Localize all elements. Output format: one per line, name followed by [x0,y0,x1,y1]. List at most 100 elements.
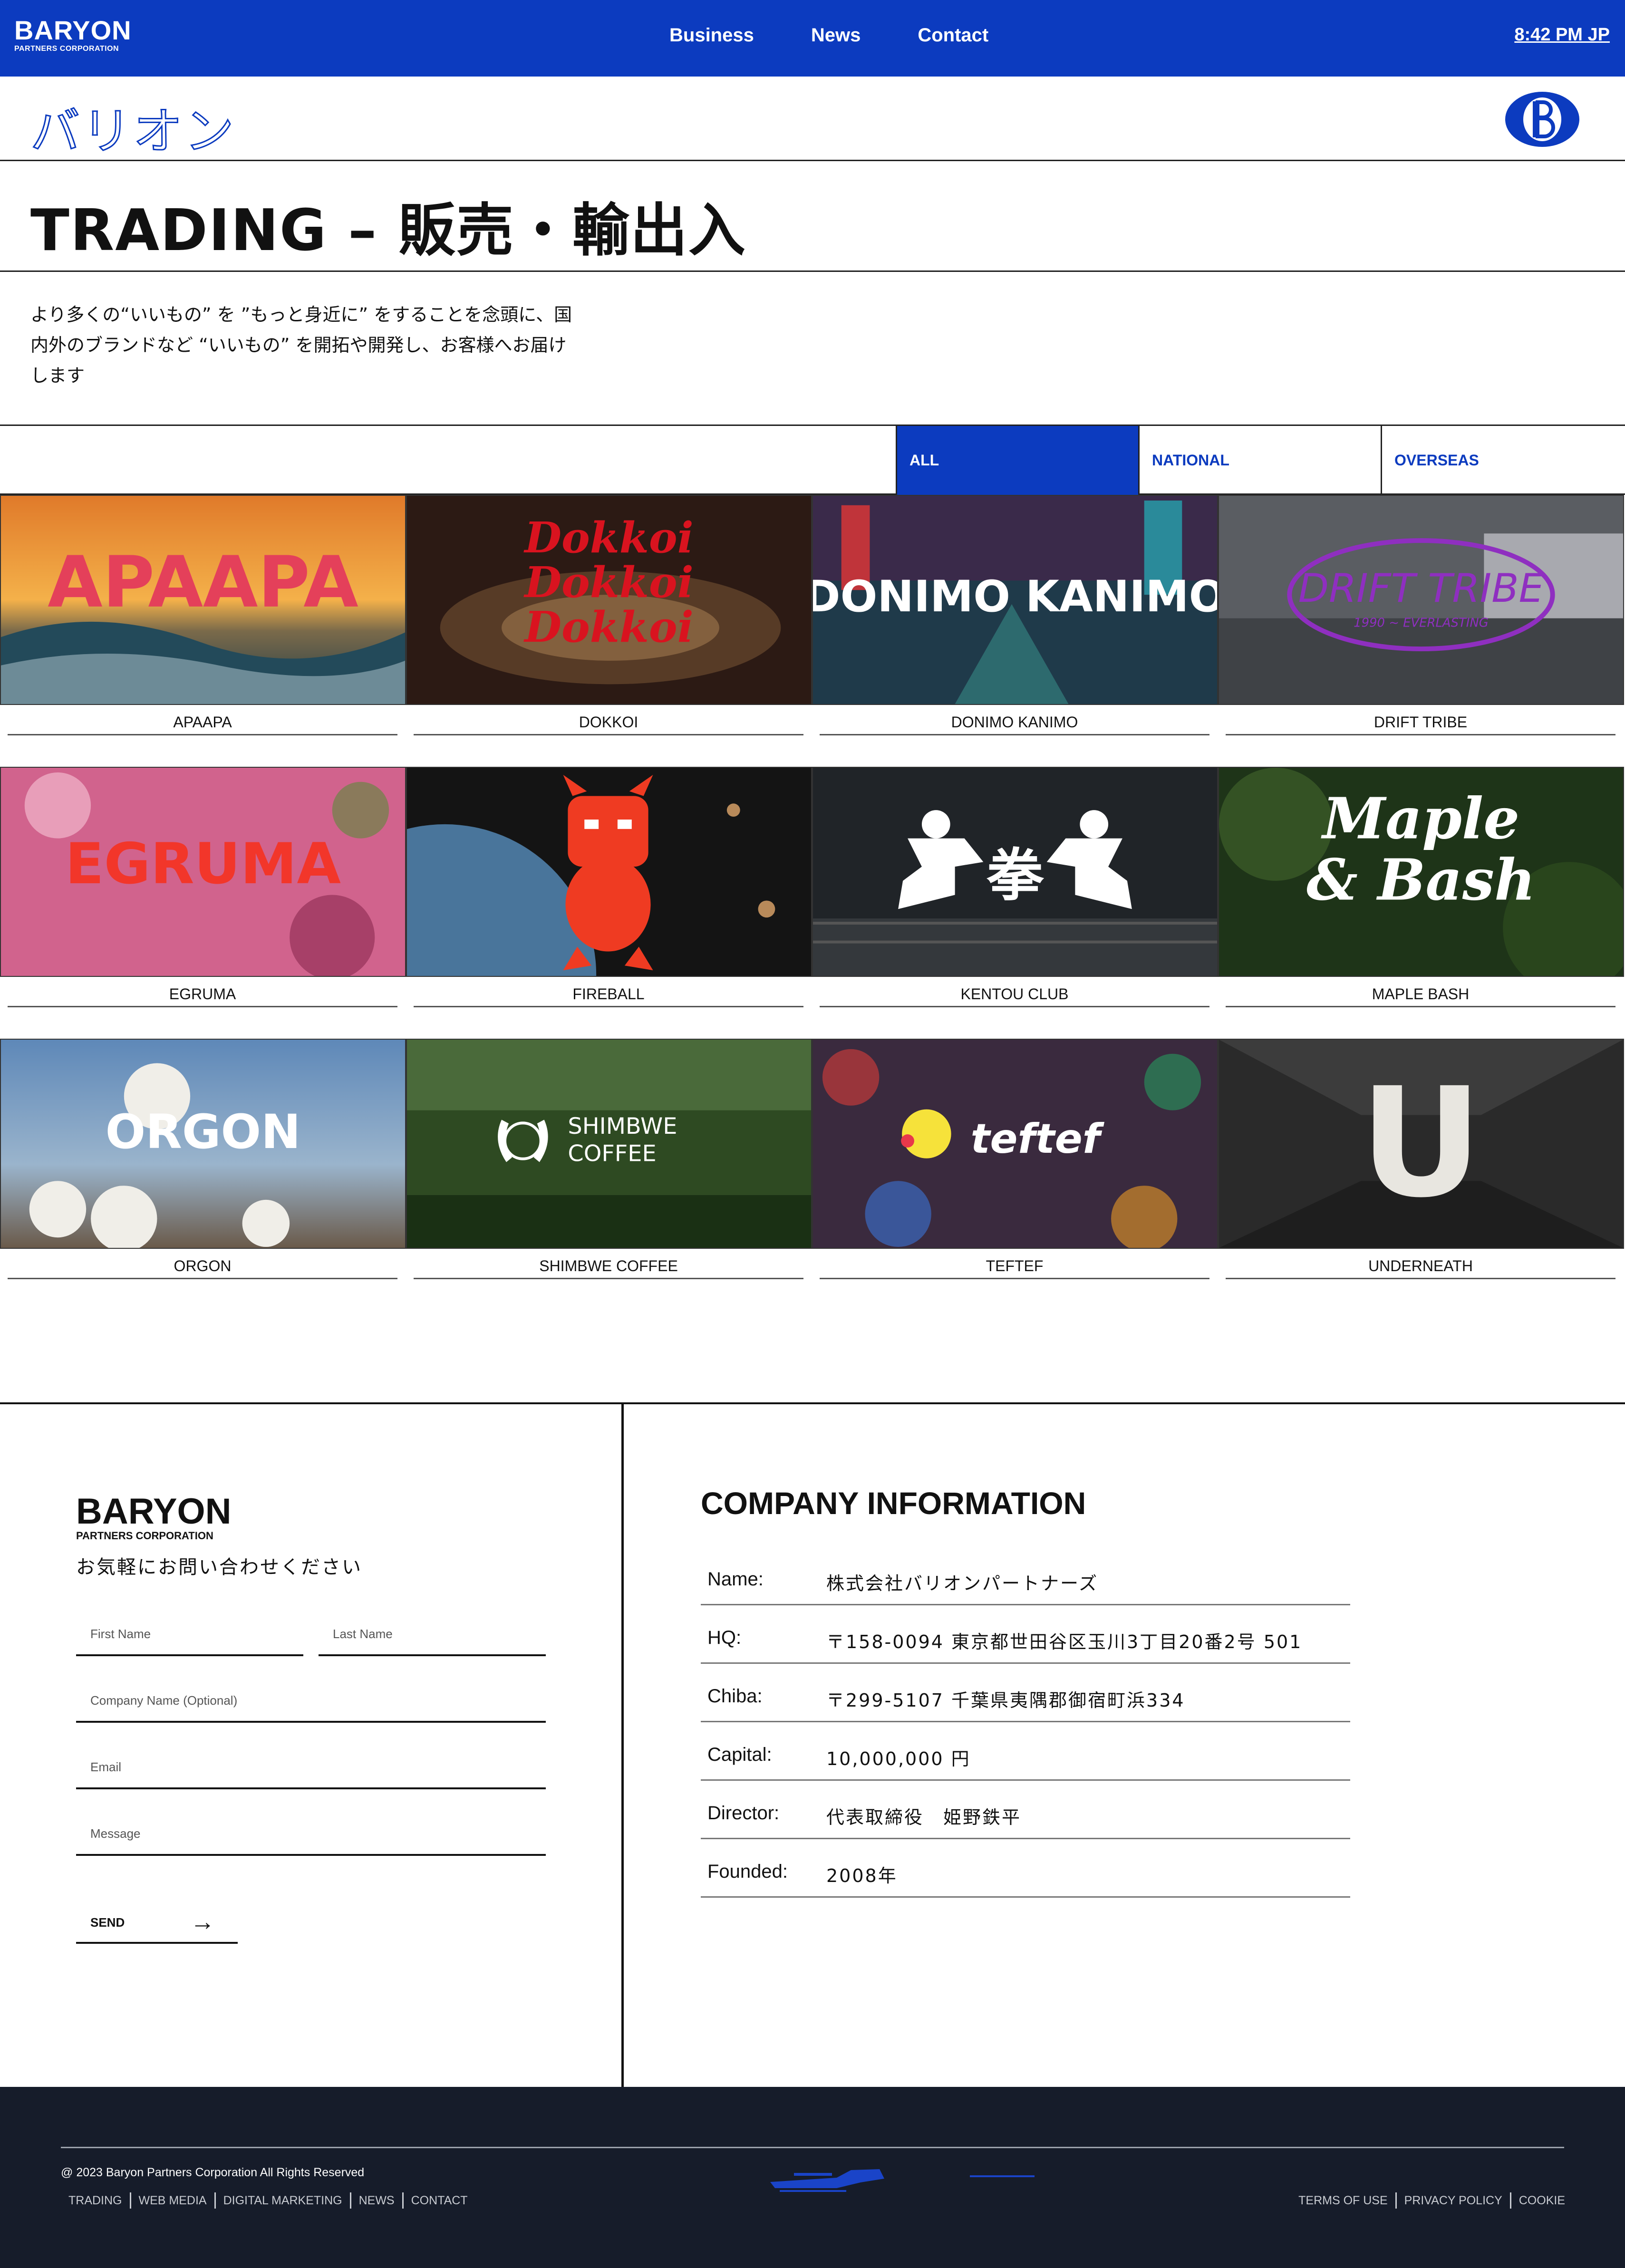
brand-logo-text: ORGON [106,1105,301,1159]
brand-card-orgon[interactable]: ORGON ORGON [0,1039,406,1291]
footer-link-digital-marketing[interactable]: DIGITAL MARKETING [216,2192,351,2209]
info-key: Director: [707,1803,780,1824]
message-field[interactable]: Message [76,1813,546,1856]
baryon-b-icon[interactable] [1504,91,1580,148]
intro-text: より多くの“いいもの” を ”もっと身近に” をすることを念頭に、国 内外のブラ… [30,299,610,391]
brand-logo-text: teftef [971,1116,1105,1163]
arrow-right-icon: → [190,1908,215,1936]
brand-caption[interactable]: MAPLE BASH [1226,984,1615,1007]
category-filter-bar: ALL NATIONAL OVERSEAS [0,425,1625,495]
filter-all[interactable]: ALL [896,426,1138,495]
intro-line: 内外のブランドなど “いいもの” を開拓や開発し、お客様へお届け [30,335,567,356]
brand-card-dokkoi[interactable]: Dokkoi Dokkoi Dokkoi DOKKOI [406,495,812,747]
intro-line: より多くの“いいもの” を ”もっと身近に” をすることを念頭に、国 [30,304,572,325]
brand-logo-text: DRIFT TRIBE [1298,565,1544,611]
brand-thumbnail[interactable]: U [1218,1039,1624,1249]
brand-logo-text: Dokkoi [523,513,693,563]
info-value: 〒299-5107 千葉県夷隅郡御宿町浜334 [826,1690,1185,1711]
brand-thumbnail[interactable]: Dokkoi Dokkoi Dokkoi [406,495,812,705]
send-label: SEND [90,1915,125,1930]
company-info-row: Chiba: 〒299-5107 千葉県夷隅郡御宿町浜334 [701,1664,1350,1722]
main-nav: Business News Contact [669,25,1045,46]
brand-thumbnail[interactable]: ORGON [0,1039,406,1249]
email-field[interactable]: Email [76,1747,546,1789]
brand-thumbnail[interactable]: APAAPA [0,495,406,705]
brand-caption[interactable]: APAAPA [8,712,397,735]
nav-contact[interactable]: Contact [918,25,988,46]
brand-logo-text: Dokkoi [523,602,693,652]
send-button[interactable]: SEND → [76,1908,238,1944]
brand-card-teftef[interactable]: teftef TEFTEF [812,1039,1218,1291]
brand-caption[interactable]: TEFTEF [820,1255,1209,1279]
brand-card-kentou-club[interactable]: 拳 KENTOU CLUB [812,767,1218,1019]
brand-thumbnail[interactable]: DONIMO KANIMO [812,495,1218,705]
brand-card-fireball[interactable]: FIREBALL [406,767,812,1019]
company-name-field[interactable]: Company Name (Optional) [76,1680,546,1723]
brand-thumbnail[interactable] [406,767,812,977]
baryon-logo[interactable]: BARYON PARTNERS CORPORATION [14,17,132,53]
brand-bar: バリオン [0,77,1625,161]
first-name-field[interactable]: First Name [76,1613,303,1656]
brand-thumbnail[interactable]: Maple & Bash [1218,767,1624,977]
brand-caption[interactable]: EGRUMA [8,984,397,1007]
brand-card-apaapa[interactable]: APAAPA APAAPA [0,495,406,747]
brand-thumbnail[interactable]: EGRUMA [0,767,406,977]
brand-logo-text: Dokkoi [523,558,693,608]
company-info-row: Director: 代表取締役 姫野鉄平 [701,1781,1350,1839]
contact-section: BARYON PARTNERS CORPORATION お気軽にお問い合わせくだ… [0,1402,1625,2089]
filter-national[interactable]: NATIONAL [1138,426,1381,495]
brand-thumbnail[interactable]: 拳 [812,767,1218,977]
logo-wordmark: BARYON [14,15,132,45]
footer-links-left: TRADING WEB MEDIA DIGITAL MARKETING NEWS… [61,2192,475,2209]
company-info-row: Founded: 2008年 [701,1839,1350,1898]
footer-link-news[interactable]: NEWS [351,2192,404,2209]
brand-caption[interactable]: DONIMO KANIMO [820,712,1209,735]
brand-card-egruma[interactable]: EGRUMA EGRUMA [0,767,406,1019]
japan-time-clock[interactable]: 8:42 PM JP [1514,25,1610,45]
brand-logo-text: U [1360,1055,1483,1231]
brand-caption[interactable]: SHIMBWE COFFEE [414,1255,803,1279]
brand-thumbnail[interactable]: SHIMBWE COFFEE [406,1039,812,1249]
brand-thumbnail[interactable]: teftef [812,1039,1218,1249]
nav-news[interactable]: News [811,25,861,46]
last-name-field[interactable]: Last Name [319,1613,546,1656]
logo-wordmark: BARYON [76,1491,232,1532]
footer-link-web-media[interactable]: WEB MEDIA [131,2192,216,2209]
brand-logo-subtext: COFFEE [568,1141,656,1167]
section-divider [621,1404,624,2089]
brand-card-maple-bash[interactable]: Maple & Bash MAPLE BASH [1218,767,1624,1019]
brand-logo-subtext: 1990 ~ EVERLASTING [1354,616,1489,630]
copyright-text: @ 2023 Baryon Partners Corporation All R… [61,2166,365,2179]
contact-cta: お気軽にお問い合わせください [76,1556,362,1578]
footer-link-contact[interactable]: CONTACT [404,2192,475,2209]
brand-caption[interactable]: UNDERNEATH [1226,1255,1615,1279]
footer-link-privacy[interactable]: PRIVACY POLICY [1397,2192,1511,2209]
brand-thumbnail[interactable]: DRIFT TRIBE 1990 ~ EVERLASTING [1218,495,1624,705]
brand-card-drift-tribe[interactable]: DRIFT TRIBE 1990 ~ EVERLASTING DRIFT TRI… [1218,495,1624,747]
brand-card-underneath[interactable]: U UNDERNEATH [1218,1039,1624,1291]
info-value: 〒158-0094 東京都世田谷区玉川3丁目20番2号 501 [826,1631,1303,1652]
info-key: Capital: [707,1744,772,1765]
page-title: TRADING – 販売・輸出入 [30,198,746,264]
brand-logo-text: EGRUMA [65,831,341,897]
info-key: Name: [707,1569,764,1590]
footer-link-terms[interactable]: TERMS OF USE [1291,2192,1397,2209]
filter-overseas[interactable]: OVERSEAS [1381,426,1625,495]
company-info-row: HQ: 〒158-0094 東京都世田谷区玉川3丁目20番2号 501 [701,1605,1350,1664]
brand-logo-text: DONIMO KANIMO [813,571,1217,622]
brand-caption[interactable]: ORGON [8,1255,397,1279]
brand-caption[interactable]: DRIFT TRIBE [1226,712,1615,735]
brand-caption[interactable]: DOKKOI [414,712,803,735]
footer-link-trading[interactable]: TRADING [61,2192,131,2209]
brand-card-shimbwe-coffee[interactable]: SHIMBWE COFFEE SHIMBWE COFFEE [406,1039,812,1291]
brand-caption[interactable]: FIREBALL [414,984,803,1007]
info-key: Chiba: [707,1686,763,1707]
brand-logo-text: Maple [1321,786,1519,852]
brand-card-donimo-kanimo[interactable]: DONIMO KANIMO DONIMO KANIMO [812,495,1218,747]
site-footer: @ 2023 Baryon Partners Corporation All R… [0,2087,1625,2268]
brand-caption[interactable]: KENTOU CLUB [820,984,1209,1007]
footer-link-cookie[interactable]: COOKIE [1511,2192,1573,2209]
nav-business[interactable]: Business [669,25,754,46]
company-info-row: Name: 株式会社バリオンパートナーズ [701,1547,1350,1605]
info-value: 株式会社バリオンパートナーズ [826,1573,1099,1594]
